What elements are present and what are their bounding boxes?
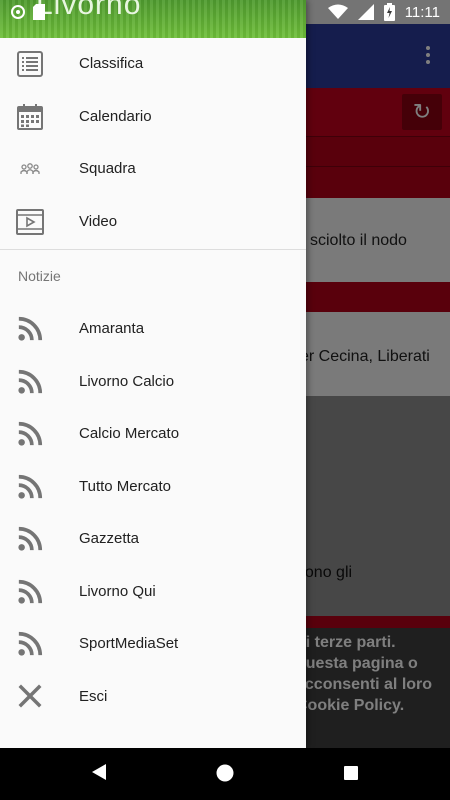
rss-icon — [18, 316, 43, 341]
menu-item-calendario[interactable]: Calendario — [0, 91, 306, 144]
menu-item-label: Esci — [79, 687, 108, 705]
back-icon[interactable] — [90, 762, 108, 782]
system-navigation-bar — [0, 748, 450, 800]
navigation-drawer: Livorno Classifica Calendario Squadra Vi… — [0, 0, 306, 748]
rss-icon — [18, 421, 43, 446]
menu-item-livorno-qui[interactable]: Livorno Qui — [0, 566, 306, 619]
list-icon — [17, 51, 43, 77]
menu-item-gazzetta[interactable]: Gazzetta — [0, 513, 306, 566]
clock: 11:11 — [404, 3, 440, 21]
menu-item-label: Classifica — [79, 55, 144, 72]
menu-item-classifica[interactable]: Classifica — [0, 38, 306, 91]
notification-icon — [11, 5, 25, 19]
battery-charging-icon — [383, 3, 395, 21]
rss-icon — [18, 631, 43, 656]
menu-item-video[interactable]: Video — [0, 196, 306, 249]
drawer-menu: Classifica Calendario Squadra Video Noti… — [0, 38, 306, 723]
menu-item-sportmediaset[interactable]: SportMediaSet — [0, 618, 306, 671]
sd-card-icon — [33, 4, 45, 20]
status-bar: 11:11 — [0, 0, 450, 24]
wifi-icon — [327, 4, 348, 19]
home-icon[interactable] — [216, 764, 234, 782]
menu-item-label: SportMediaSet — [79, 635, 179, 652]
calendar-icon — [17, 103, 43, 130]
team-icon — [20, 163, 40, 174]
menu-item-esci[interactable]: Esci — [0, 671, 306, 724]
menu-item-livorno-calcio[interactable]: Livorno Calcio — [0, 356, 306, 409]
rss-icon — [18, 579, 43, 604]
menu-item-calcio-mercato[interactable]: Calcio Mercato — [0, 408, 306, 461]
menu-item-label: Livorno Calcio — [79, 372, 175, 390]
rss-icon — [18, 526, 43, 551]
menu-item-label: Squadra — [79, 160, 136, 177]
menu-item-label: Tutto Mercato — [79, 477, 171, 495]
menu-item-amaranta[interactable]: Amaranta — [0, 303, 306, 356]
menu-item-label: Calendario — [79, 107, 152, 125]
system-icons: 11:11 — [327, 2, 440, 22]
menu-item-label: Livorno Qui — [79, 582, 156, 600]
menu-item-label: Video — [79, 212, 118, 230]
rss-icon — [18, 369, 43, 394]
close-icon — [18, 684, 42, 707]
notification-icons — [10, 2, 46, 22]
cellular-signal-icon — [357, 4, 374, 20]
recents-icon[interactable] — [343, 765, 359, 781]
menu-item-label: Amaranta — [79, 320, 145, 337]
drawer-section-title: Notizie — [18, 268, 61, 284]
menu-item-label: Gazzetta — [79, 530, 140, 547]
video-icon — [16, 208, 44, 235]
menu-item-label: Calcio Mercato — [79, 425, 180, 442]
menu-item-tutto-mercato[interactable]: Tutto Mercato — [0, 461, 306, 514]
menu-item-squadra[interactable]: Squadra — [0, 143, 306, 196]
rss-icon — [18, 474, 43, 499]
